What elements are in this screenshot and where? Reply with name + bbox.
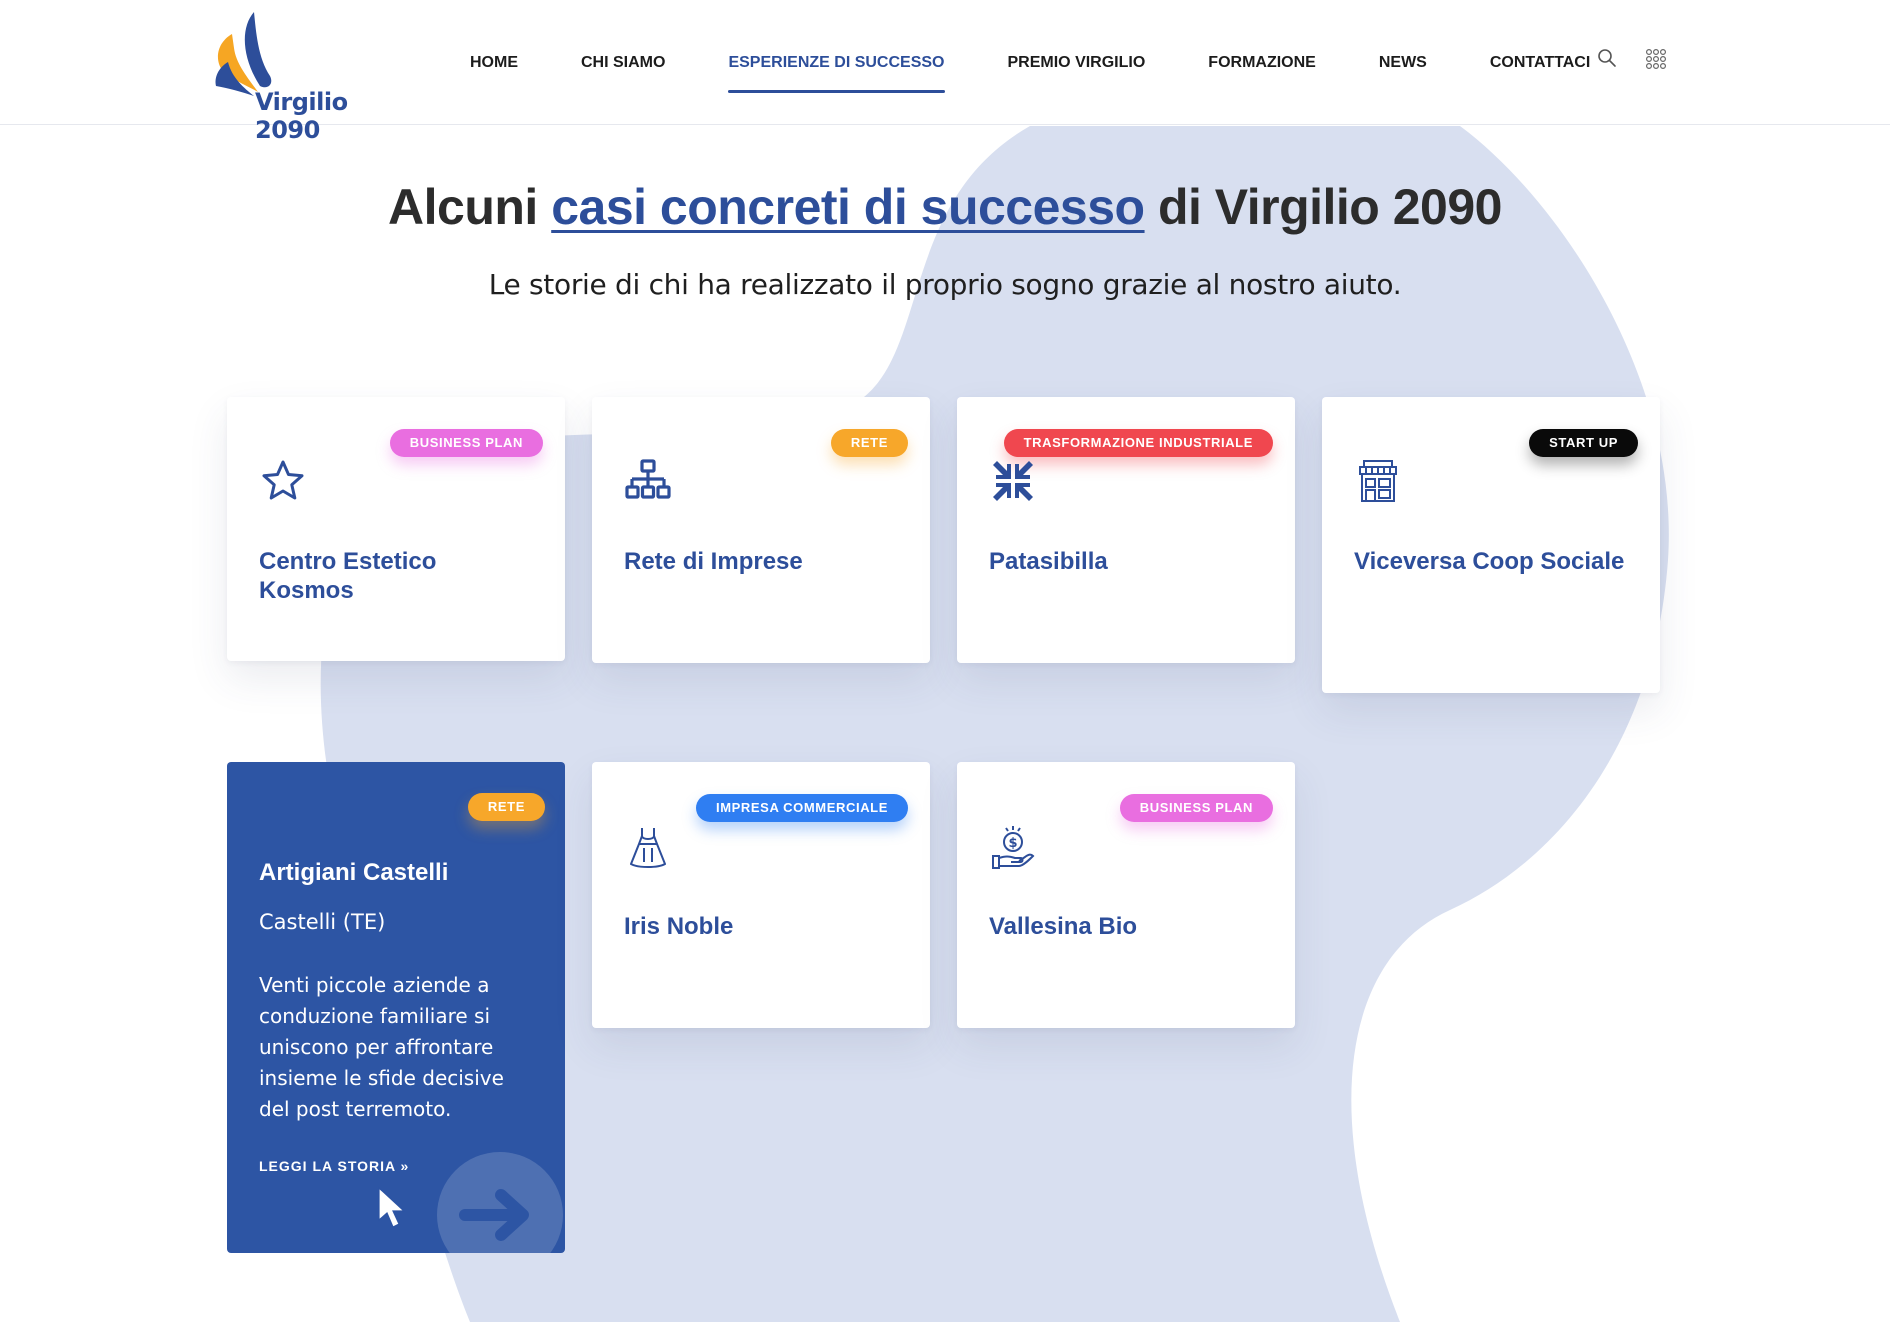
card-centro-estetico-kosmos[interactable]: BUSINESS PLAN Centro Estetico Kosmos <box>227 397 565 661</box>
dress-icon <box>630 828 666 868</box>
category-badge: RETE <box>467 793 545 821</box>
site-header: Virgilio 2090 HOME CHI SIAMO ESPERIENZE … <box>0 0 1890 144</box>
card-title: Rete di Imprese <box>624 548 803 575</box>
category-badge: BUSINESS PLAN <box>1119 794 1273 822</box>
card-vallesina-bio[interactable]: BUSINESS PLAN $ Vallesina Bio <box>957 762 1295 1028</box>
title-suffix: di Virgilio 2090 <box>1144 179 1503 235</box>
page-title: Alcuni casi concreti di successo di Virg… <box>0 178 1890 236</box>
card-title: Patasibilla <box>989 548 1108 575</box>
nav-esperienze-di-successo[interactable]: ESPERIENZE DI SUCCESSO <box>728 0 945 125</box>
arrow-right-icon <box>459 1189 529 1241</box>
logo-text: Virgilio 2090 <box>255 88 348 144</box>
shop-building-icon <box>1359 460 1397 502</box>
page-subtitle: Le storie di chi ha realizzato il propri… <box>488 268 1402 301</box>
logo-mark-icon <box>215 12 272 96</box>
card-description: Venti piccole aziende a conduzione famil… <box>259 973 504 1121</box>
card-artigiani-castelli[interactable]: RETE Artigiani Castelli Castelli (TE) Ve… <box>227 762 565 1253</box>
card-patasibilla[interactable]: TRASFORMAZIONE INDUSTRIALE Patasibilla <box>957 397 1295 663</box>
star-icon <box>262 460 304 500</box>
grid-menu-icon[interactable] <box>1645 48 1667 70</box>
card-title: Iris Noble <box>624 913 734 940</box>
nav-home[interactable]: HOME <box>470 0 518 125</box>
title-prefix: Alcuni <box>388 179 552 235</box>
card-title: Viceversa Coop Sociale <box>1354 548 1625 575</box>
nav-contattaci[interactable]: CONTATTACI <box>1490 0 1590 125</box>
search-icon[interactable] <box>1597 48 1617 68</box>
read-story-link[interactable]: LEGGI LA STORIA » <box>259 1158 409 1174</box>
nav-premio-virgilio[interactable]: PREMIO VIRGILIO <box>1008 0 1146 125</box>
title-link[interactable]: casi concreti di successo <box>551 179 1145 235</box>
card-title: Vallesina Bio <box>989 913 1138 940</box>
category-badge: IMPRESA COMMERCIALE <box>696 794 908 822</box>
main-nav: HOME CHI SIAMO ESPERIENZE DI SUCCESSO PR… <box>470 0 1653 125</box>
mouse-cursor-icon <box>378 1186 406 1228</box>
category-badge: BUSINESS PLAN <box>389 429 543 457</box>
logo[interactable]: Virgilio 2090 <box>210 8 390 144</box>
svg-text:$: $ <box>1008 836 1017 851</box>
card-rete-di-imprese[interactable]: RETE Rete di Imprese <box>592 397 930 663</box>
card-location: Castelli (TE) <box>259 910 386 934</box>
card-title: Artigiani Castelli <box>259 859 449 886</box>
compress-arrows-icon <box>993 461 1033 501</box>
money-hand-icon: $ <box>992 826 1035 869</box>
card-viceversa-coop-sociale[interactable]: START UP Viceversa Coop Sociale <box>1322 397 1660 693</box>
nav-formazione[interactable]: FORMAZIONE <box>1208 0 1316 125</box>
double-chevron-right-icon: » <box>400 1158 410 1174</box>
arrow-button[interactable] <box>437 1152 563 1253</box>
read-story-label: LEGGI LA STORIA <box>259 1158 396 1174</box>
nav-chi-siamo[interactable]: CHI SIAMO <box>581 0 665 125</box>
card-iris-noble[interactable]: IMPRESA COMMERCIALE Iris Noble <box>592 762 930 1028</box>
nav-news[interactable]: NEWS <box>1379 0 1427 125</box>
category-badge: RETE <box>830 429 908 457</box>
card-title: Centro Estetico Kosmos <box>259 548 437 604</box>
category-badge: TRASFORMAZIONE INDUSTRIALE <box>1003 429 1273 457</box>
network-icon <box>625 459 671 499</box>
category-badge: START UP <box>1529 429 1638 457</box>
